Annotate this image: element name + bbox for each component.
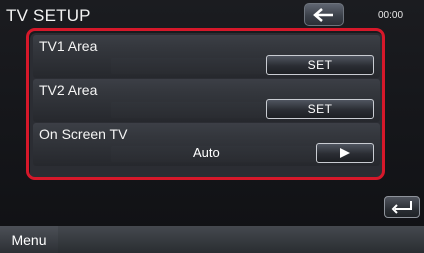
tv1-area-set-button[interactable]: SET	[266, 55, 374, 75]
menu-button[interactable]: Menu	[0, 226, 58, 253]
play-icon	[340, 148, 350, 158]
row-tv2-area: TV2 Area SET	[33, 79, 380, 122]
on-screen-tv-value: Auto	[193, 145, 220, 160]
tv2-area-set-button[interactable]: SET	[266, 99, 374, 119]
row-label: TV2 Area	[39, 82, 98, 98]
bottom-bar	[0, 226, 424, 253]
return-button[interactable]	[384, 196, 420, 218]
row-on-screen-tv: On Screen TV Auto	[33, 123, 380, 166]
page-title: TV SETUP	[6, 6, 91, 25]
return-icon	[391, 201, 412, 214]
row-label: TV1 Area	[39, 38, 98, 54]
back-button[interactable]	[304, 3, 344, 26]
row-label: On Screen TV	[39, 126, 128, 142]
on-screen-tv-next-button[interactable]	[316, 143, 374, 163]
tv-setup-screen: TV SETUP 00:00 TV1 Area SET TV2 Area SET…	[0, 0, 424, 253]
clock: 00:00	[378, 10, 404, 21]
back-arrow-icon	[313, 7, 333, 22]
row-tv1-area: TV1 Area SET	[33, 35, 380, 78]
